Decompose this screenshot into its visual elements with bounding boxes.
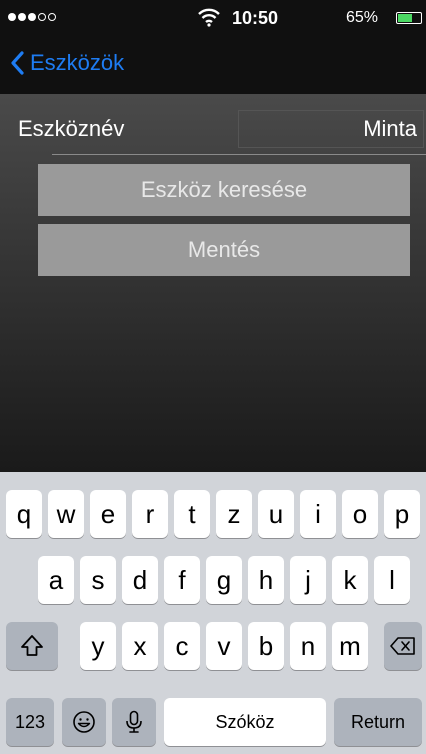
key-h[interactable]: h — [248, 556, 284, 604]
battery-percent: 65% — [346, 9, 379, 26]
key-o[interactable]: o — [342, 490, 378, 538]
key-e[interactable]: e — [90, 490, 126, 538]
key-v[interactable]: v — [206, 622, 242, 670]
key-j[interactable]: j — [290, 556, 326, 604]
dictation-key[interactable] — [112, 698, 156, 746]
key-g[interactable]: g — [206, 556, 242, 604]
key-f[interactable]: f — [164, 556, 200, 604]
search-device-button[interactable]: Eszköz keresése — [38, 164, 410, 216]
key-x[interactable]: x — [122, 622, 158, 670]
space-key[interactable]: Szóköz — [164, 698, 326, 746]
wifi-icon — [198, 8, 220, 27]
key-u[interactable]: u — [258, 490, 294, 538]
key-y[interactable]: y — [80, 622, 116, 670]
device-form: Eszköznév Eszköz keresése Mentés — [0, 94, 426, 472]
key-p[interactable]: p — [384, 490, 420, 538]
key-c[interactable]: c — [164, 622, 200, 670]
top-bar: 10:50 65% Eszközök — [0, 0, 426, 94]
microphone-icon — [126, 710, 142, 733]
chevron-left-icon — [11, 51, 24, 75]
status-time: 10:50 — [232, 8, 279, 28]
back-button[interactable]: Eszközök — [10, 50, 124, 76]
key-m[interactable]: m — [332, 622, 368, 670]
delete-key[interactable] — [384, 622, 422, 670]
key-d[interactable]: d — [122, 556, 158, 604]
return-key[interactable]: Return — [334, 698, 422, 746]
key-q[interactable]: q — [6, 490, 42, 538]
save-button[interactable]: Mentés — [38, 224, 410, 276]
numbers-key[interactable]: 123 — [6, 698, 54, 746]
key-r[interactable]: r — [132, 490, 168, 538]
key-n[interactable]: n — [290, 622, 326, 670]
key-a[interactable]: a — [38, 556, 74, 604]
key-w[interactable]: w — [48, 490, 84, 538]
key-s[interactable]: s — [80, 556, 116, 604]
shift-key[interactable] — [6, 622, 58, 670]
emoji-icon — [73, 711, 95, 733]
back-button-label: Eszközök — [30, 50, 125, 75]
device-name-label: Eszköznév — [18, 116, 125, 141]
battery-level — [398, 14, 413, 22]
signal-strength-icon — [8, 13, 56, 21]
key-l[interactable]: l — [374, 556, 410, 604]
key-i[interactable]: i — [300, 490, 336, 538]
battery-icon — [396, 12, 422, 24]
device-name-input[interactable] — [238, 110, 424, 148]
key-z[interactable]: z — [216, 490, 252, 538]
shift-icon — [21, 635, 43, 656]
divider — [52, 154, 426, 155]
status-bar: 10:50 65% — [0, 0, 426, 40]
key-b[interactable]: b — [248, 622, 284, 670]
screen: 10:50 65% Eszközök Eszköznév Eszköz kere… — [0, 0, 426, 754]
navigation-bar: Eszközök — [0, 44, 426, 94]
keyboard: q w e r t z u i o p a s d f g h j k l y … — [0, 472, 426, 754]
backspace-icon — [390, 637, 415, 655]
emoji-key[interactable] — [62, 698, 106, 746]
key-k[interactable]: k — [332, 556, 368, 604]
key-t[interactable]: t — [174, 490, 210, 538]
device-name-row: Eszköznév — [0, 108, 426, 152]
